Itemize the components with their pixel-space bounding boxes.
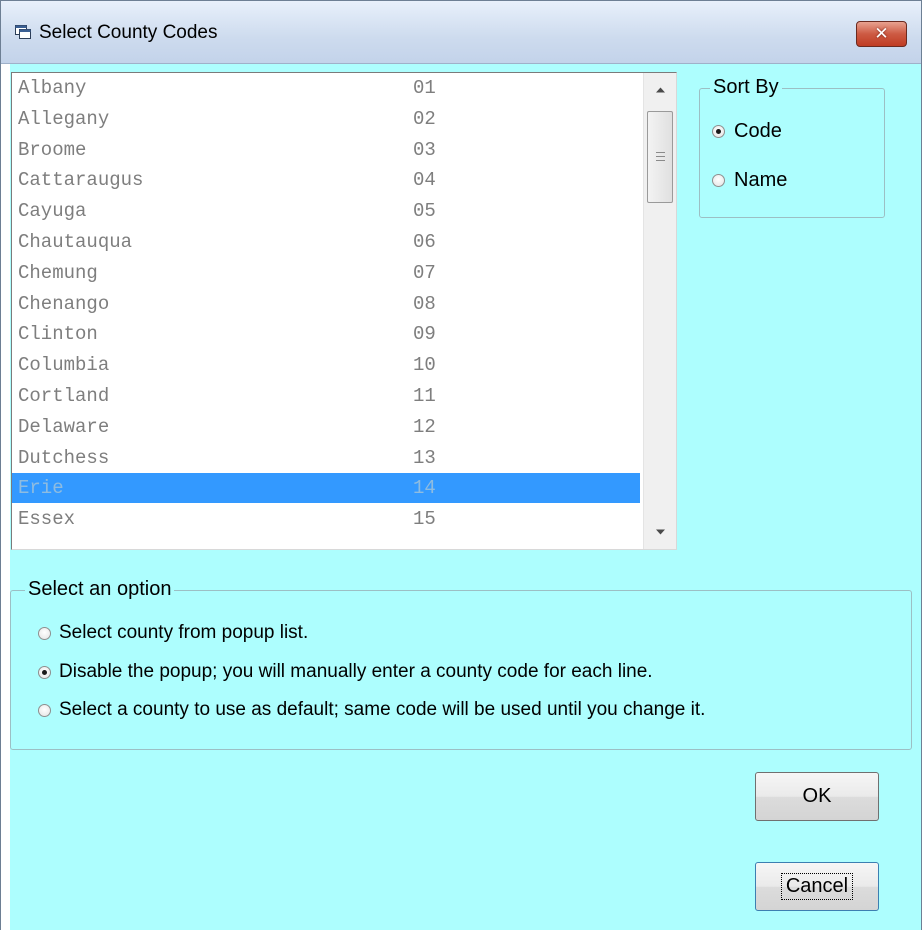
county-name: Cayuga: [18, 200, 87, 223]
radio-button-icon: [38, 626, 51, 640]
scroll-grip-line: [656, 152, 665, 153]
county-code: 08: [413, 292, 436, 315]
left-edge-strip: [1, 64, 10, 930]
county-code: 04: [413, 169, 436, 192]
scroll-grip-line: [656, 160, 665, 161]
option-default-county-label: Select a county to use as default; same …: [59, 699, 706, 720]
option-popup-list-label: Select county from popup list.: [59, 622, 309, 643]
cancel-button[interactable]: Cancel: [755, 862, 879, 911]
county-name: Columbia: [18, 354, 110, 377]
county-code: 12: [413, 415, 436, 438]
county-list-item[interactable]: Albany 01: [12, 73, 640, 103]
scroll-thumb[interactable]: [647, 111, 673, 203]
county-name: Erie: [18, 477, 64, 500]
county-code: 06: [413, 231, 436, 253]
county-list-item[interactable]: Essex 15: [12, 504, 640, 534]
scroll-grip-line: [656, 156, 665, 157]
county-code: 15: [413, 508, 436, 531]
window-title: Select County Codes: [39, 22, 218, 43]
option-popup-list-radio[interactable]: Select county from popup list.: [38, 622, 308, 644]
county-list-item[interactable]: Allegany 02: [12, 104, 640, 134]
radio-button-icon: [712, 125, 725, 138]
county-list-item[interactable]: Erie 14: [12, 473, 640, 504]
option-disable-popup-radio[interactable]: Disable the popup; you will manually ent…: [38, 661, 653, 683]
county-code: 03: [413, 138, 436, 161]
radio-button-icon: [38, 703, 51, 717]
county-code: 11: [413, 385, 436, 407]
scroll-down-button[interactable]: [644, 515, 676, 549]
county-name: Chenango: [18, 292, 110, 315]
dialog-client-area: Albany 01 Allegany 02 Broome 03 Cattaraugus 04 C…: [1, 64, 921, 930]
radio-selected-dot: [42, 669, 47, 675]
county-code: 01: [413, 77, 436, 99]
county-name: Broome: [18, 138, 87, 161]
county-list-item[interactable]: Clinton 09: [12, 319, 640, 349]
county-name: Chautauqua: [18, 231, 133, 253]
scroll-up-button[interactable]: [644, 73, 676, 107]
county-list-item[interactable]: Chemung 07: [12, 258, 640, 288]
county-listbox[interactable]: Albany 01 Allegany 02 Broome 03 Cattaraugus 04 C…: [11, 72, 677, 550]
county-name: Essex: [18, 508, 76, 531]
county-list-item[interactable]: Columbia 10: [12, 350, 640, 380]
county-code: 07: [413, 261, 436, 284]
vertical-scrollbar[interactable]: [643, 73, 676, 549]
sort-by-code-radio[interactable]: Code: [712, 120, 782, 143]
county-code: 13: [413, 446, 436, 469]
county-name: Albany: [18, 77, 87, 99]
county-list-item[interactable]: Cayuga 05: [12, 196, 640, 226]
county-list-item[interactable]: Delaware 12: [12, 412, 640, 442]
sort-by-name-radio[interactable]: Name: [712, 169, 787, 192]
county-list-item[interactable]: Cattaraugus 04: [12, 165, 640, 195]
county-list-item[interactable]: Broome 03: [12, 135, 640, 165]
scroll-up-arrow-icon: [655, 87, 665, 93]
option-default-county-radio[interactable]: Select a county to use as default; same …: [38, 699, 705, 721]
county-name: Allegany: [18, 107, 110, 130]
county-code: 02: [413, 107, 436, 130]
county-name: Delaware: [18, 415, 110, 438]
scroll-down-arrow-icon: [655, 529, 665, 535]
sort-by-title: Sort By: [710, 76, 782, 99]
county-list-item[interactable]: Cortland 11: [12, 381, 640, 411]
close-button[interactable]: ✕: [856, 21, 907, 47]
sort-by-group: Sort By Code Name: [699, 76, 885, 218]
title-bar[interactable]: Select County Codes ✕: [1, 1, 921, 64]
county-code: 05: [413, 200, 436, 223]
select-option-group: Select an option Select county from popu…: [10, 578, 912, 750]
sort-by-name-label: Name: [734, 169, 788, 191]
county-name: Cortland: [18, 385, 110, 407]
county-list-item[interactable]: Dutchess 13: [12, 443, 640, 473]
county-list-item[interactable]: Chenango 08: [12, 289, 640, 319]
ok-button[interactable]: OK: [755, 772, 879, 821]
select-option-title: Select an option: [25, 578, 175, 601]
county-code: 09: [413, 323, 436, 346]
county-name: Cattaraugus: [18, 169, 144, 192]
radio-button-icon: [38, 665, 51, 679]
radio-button-icon: [712, 174, 725, 187]
close-icon: ✕: [874, 24, 889, 44]
radio-selected-dot: [716, 129, 721, 134]
county-name: Dutchess: [18, 446, 110, 469]
cancel-button-label: Cancel: [780, 873, 854, 900]
dialog-window-icon: [15, 25, 31, 39]
county-code: 14: [413, 477, 436, 500]
option-disable-popup-label: Disable the popup; you will manually ent…: [59, 661, 653, 682]
county-code: 10: [413, 354, 436, 377]
sort-by-code-label: Code: [734, 120, 782, 142]
county-name: Clinton: [18, 323, 98, 346]
county-name: Chemung: [18, 261, 98, 284]
county-list-item[interactable]: Chautauqua 06: [12, 227, 640, 257]
select-county-codes-dialog: Select County Codes ✕ Albany 01 Allegany 02…: [0, 0, 922, 930]
